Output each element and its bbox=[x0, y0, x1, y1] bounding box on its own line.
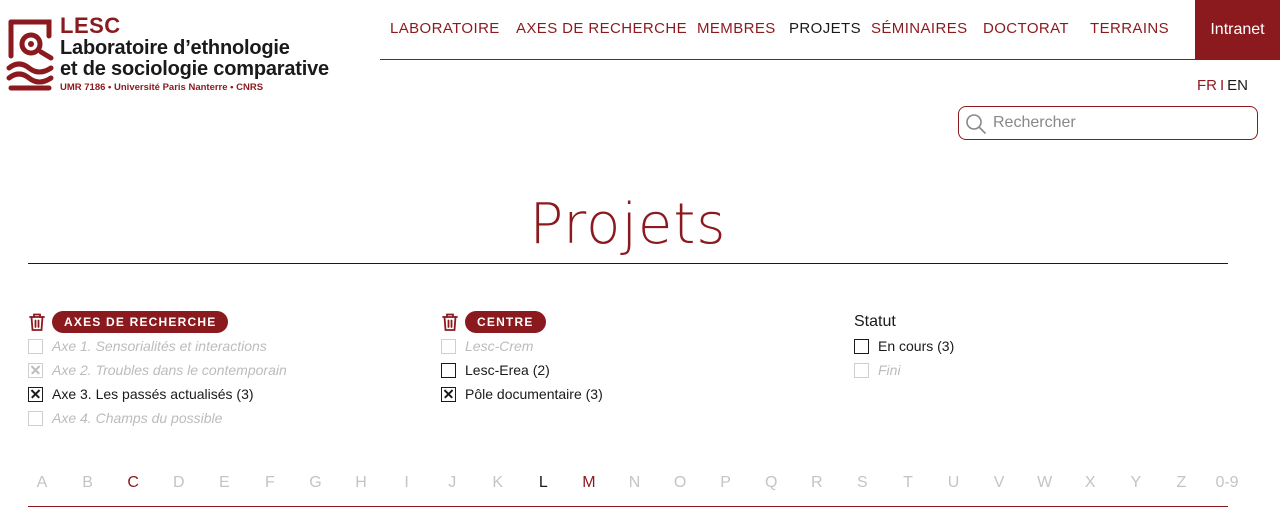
checkbox-label: Axe 1. Sensorialités et interactions bbox=[52, 338, 267, 354]
checkbox-lesc-crem[interactable]: Lesc-Crem bbox=[441, 334, 603, 358]
trash-icon[interactable] bbox=[28, 312, 46, 332]
checkbox-box[interactable] bbox=[441, 338, 456, 354]
trash-icon[interactable] bbox=[441, 312, 459, 332]
checkbox-axe-1[interactable]: Axe 1. Sensorialités et interactions bbox=[28, 334, 287, 358]
alphabet-letter-0-9[interactable]: 0-9 bbox=[1212, 474, 1242, 492]
checkbox-box[interactable] bbox=[28, 410, 43, 426]
checkbox-label: Pôle documentaire (3) bbox=[465, 386, 603, 402]
alphabet-letter-p[interactable]: P bbox=[711, 474, 741, 492]
checkbox-pole-documentaire[interactable]: Pôle documentaire (3) bbox=[441, 382, 603, 406]
search-input[interactable] bbox=[993, 110, 1251, 136]
alphabet-letter-o[interactable]: O bbox=[665, 474, 695, 492]
checkbox-label: En cours (3) bbox=[878, 338, 955, 354]
lang-separator: I bbox=[1219, 77, 1225, 94]
filter-centre: CENTRE Lesc-Crem Lesc-Erea (2) Pôle docu… bbox=[441, 310, 603, 406]
logo-name-line2: et de sociologie comparative bbox=[60, 58, 329, 80]
alphabet-letter-d[interactable]: D bbox=[164, 474, 194, 492]
alphabet-letter-u[interactable]: U bbox=[939, 474, 969, 492]
intranet-button[interactable]: Intranet bbox=[1195, 0, 1280, 60]
checkbox-lesc-erea[interactable]: Lesc-Erea (2) bbox=[441, 358, 603, 382]
filter-axes: AXES DE RECHERCHE Axe 1. Sensorialités e… bbox=[28, 310, 287, 430]
checkbox-box[interactable] bbox=[441, 362, 456, 378]
alphabet-index: A B C D E F G H I J K L M N O P Q R S T U V W X Y Z 0-9 bbox=[27, 474, 1239, 498]
alphabet-letter-m[interactable]: M bbox=[574, 474, 604, 492]
alphabet-letter-i[interactable]: I bbox=[392, 474, 422, 492]
checkbox-label: Axe 3. Les passés actualisés (3) bbox=[52, 386, 254, 402]
alphabet-letter-w[interactable]: W bbox=[1030, 474, 1060, 492]
alphabet-letter-v[interactable]: V bbox=[984, 474, 1014, 492]
checkbox-axe-4[interactable]: Axe 4. Champs du possible bbox=[28, 406, 287, 430]
search-box bbox=[958, 106, 1258, 140]
nav-item-terrains[interactable]: TERRAINS bbox=[1090, 20, 1169, 37]
alphabet-letter-b[interactable]: B bbox=[73, 474, 103, 492]
filter-statut-label: Statut bbox=[854, 313, 896, 330]
checkbox-box[interactable] bbox=[854, 362, 869, 378]
search-icon[interactable] bbox=[965, 113, 987, 135]
nav-item-membres[interactable]: MEMBRES bbox=[697, 20, 776, 37]
alphabet-letter-q[interactable]: Q bbox=[756, 474, 786, 492]
checkbox-box[interactable] bbox=[28, 338, 43, 354]
checkbox-box[interactable] bbox=[28, 362, 43, 378]
checkbox-label: Lesc-Crem bbox=[465, 338, 534, 354]
filter-axes-label[interactable]: AXES DE RECHERCHE bbox=[52, 311, 229, 333]
alphabet-letter-t[interactable]: T bbox=[893, 474, 923, 492]
lang-en-link[interactable]: EN bbox=[1227, 77, 1248, 94]
page-title: Projets bbox=[529, 192, 727, 257]
alphabet-letter-s[interactable]: S bbox=[847, 474, 877, 492]
alphabet-divider bbox=[28, 506, 1228, 507]
checkbox-box[interactable] bbox=[441, 386, 456, 402]
nav-item-doctorat[interactable]: DOCTORAT bbox=[983, 20, 1069, 37]
checkbox-label: Axe 2. Troubles dans le contemporain bbox=[52, 362, 287, 378]
language-switcher: FR I EN bbox=[1197, 77, 1248, 94]
site-logo[interactable]: LESC Laboratoire d’ethnologie et de soci… bbox=[5, 14, 345, 98]
nav-item-axes-de-recherche[interactable]: AXES DE RECHERCHE bbox=[516, 20, 687, 37]
alphabet-letter-y[interactable]: Y bbox=[1121, 474, 1151, 492]
nav-item-seminaires[interactable]: SÉMINAIRES bbox=[871, 20, 968, 37]
alphabet-letter-f[interactable]: F bbox=[255, 474, 285, 492]
checkbox-axe-3[interactable]: Axe 3. Les passés actualisés (3) bbox=[28, 382, 287, 406]
filter-statut: Statut En cours (3) Fini bbox=[854, 310, 954, 382]
main-nav: LABORATOIRE AXES DE RECHERCHE MEMBRES PR… bbox=[380, 0, 1280, 60]
checkbox-box[interactable] bbox=[854, 338, 869, 354]
logo-acronym: LESC bbox=[60, 13, 121, 38]
alphabet-letter-r[interactable]: R bbox=[802, 474, 832, 492]
nav-item-laboratoire[interactable]: LABORATOIRE bbox=[390, 20, 500, 37]
logo-subline: UMR 7186 • Université Paris Nanterre • C… bbox=[60, 82, 264, 93]
checkbox-axe-2[interactable]: Axe 2. Troubles dans le contemporain bbox=[28, 358, 287, 382]
title-divider bbox=[28, 263, 1228, 264]
alphabet-letter-x[interactable]: X bbox=[1075, 474, 1105, 492]
filter-centre-label[interactable]: CENTRE bbox=[465, 311, 546, 333]
alphabet-letter-h[interactable]: H bbox=[346, 474, 376, 492]
checkbox-en-cours[interactable]: En cours (3) bbox=[854, 334, 954, 358]
lesc-emblem-icon bbox=[6, 19, 54, 91]
alphabet-letter-n[interactable]: N bbox=[620, 474, 650, 492]
alphabet-letter-z[interactable]: Z bbox=[1166, 474, 1196, 492]
checkbox-box[interactable] bbox=[28, 386, 43, 402]
alphabet-letter-c[interactable]: C bbox=[118, 474, 148, 492]
alphabet-letter-a[interactable]: A bbox=[27, 474, 57, 492]
logo-name-line1: Laboratoire d’ethnologie bbox=[60, 37, 290, 59]
lang-fr-link[interactable]: FR bbox=[1197, 77, 1217, 94]
alphabet-letter-j[interactable]: J bbox=[437, 474, 467, 492]
checkbox-label: Lesc-Erea (2) bbox=[465, 362, 550, 378]
alphabet-letter-e[interactable]: E bbox=[209, 474, 239, 492]
checkbox-label: Fini bbox=[878, 362, 901, 378]
checkbox-label: Axe 4. Champs du possible bbox=[52, 410, 223, 426]
nav-item-projets[interactable]: PROJETS bbox=[789, 20, 861, 37]
alphabet-letter-g[interactable]: G bbox=[300, 474, 330, 492]
alphabet-letter-l[interactable]: L bbox=[528, 474, 558, 492]
checkbox-fini[interactable]: Fini bbox=[854, 358, 954, 382]
alphabet-letter-k[interactable]: K bbox=[483, 474, 513, 492]
